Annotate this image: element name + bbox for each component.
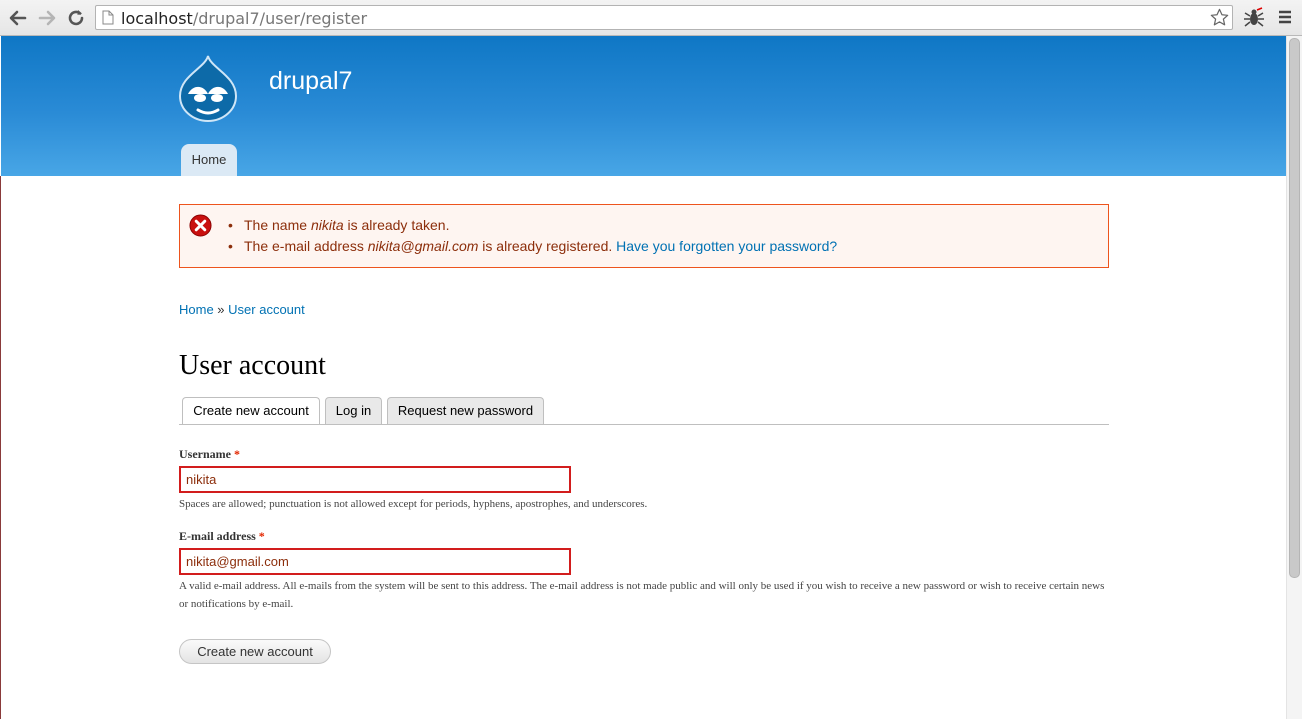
error-list: The name nikita is already taken. The e-… xyxy=(228,216,837,258)
back-icon[interactable] xyxy=(7,7,29,29)
email-label: E-mail address * xyxy=(179,529,265,543)
star-icon[interactable] xyxy=(1210,8,1229,27)
required-mark: * xyxy=(258,529,265,543)
site-name[interactable]: drupal7 xyxy=(269,67,352,96)
page-title: User account xyxy=(179,350,326,381)
tab-create-new-account[interactable]: Create new account xyxy=(182,397,320,425)
username-description: Spaces are allowed; punctuation is not a… xyxy=(179,498,648,510)
error-icon xyxy=(189,214,212,237)
address-bar[interactable]: localhost/drupal7/user/register xyxy=(95,5,1233,30)
url-text[interactable]: localhost/drupal7/user/register xyxy=(121,9,367,28)
error-item-email: The e-mail address nikita@gmail.com is a… xyxy=(228,237,837,258)
url-host: localhost xyxy=(121,9,193,28)
error-messages: The name nikita is already taken. The e-… xyxy=(179,204,1109,268)
extension-icon[interactable] xyxy=(1243,7,1265,29)
browser-toolbar: localhost/drupal7/user/register xyxy=(0,0,1302,36)
breadcrumb-home-link[interactable]: Home xyxy=(179,302,214,317)
scrollbar-thumb[interactable] xyxy=(1289,38,1300,578)
username-label: Username * xyxy=(179,447,240,461)
reload-icon[interactable] xyxy=(65,7,87,29)
page-viewport: drupal7 Home The name nikita is already … xyxy=(0,36,1302,719)
tabs-divider xyxy=(179,424,1109,425)
menu-icon[interactable] xyxy=(1277,9,1293,25)
breadcrumb: Home » User account xyxy=(179,302,305,317)
breadcrumb-user-account-link[interactable]: User account xyxy=(228,302,305,317)
tab-log-in[interactable]: Log in xyxy=(325,397,382,424)
drupal-logo-icon[interactable] xyxy=(178,54,238,122)
forgot-password-link[interactable]: Have you forgotten your password? xyxy=(616,238,837,254)
forward-icon[interactable] xyxy=(36,7,58,29)
page-icon xyxy=(102,10,114,25)
page-edge xyxy=(0,176,1,719)
site-header: drupal7 Home xyxy=(1,36,1286,176)
username-input[interactable] xyxy=(179,466,571,493)
tab-request-new-password[interactable]: Request new password xyxy=(387,397,544,424)
nav-home-tab[interactable]: Home xyxy=(181,144,237,176)
email-input[interactable] xyxy=(179,548,571,575)
error-item-name: The name nikita is already taken. xyxy=(228,216,837,237)
url-path: /drupal7/user/register xyxy=(192,9,368,28)
required-mark: * xyxy=(233,447,240,461)
create-new-account-button[interactable]: Create new account xyxy=(179,639,331,664)
breadcrumb-separator: » xyxy=(213,302,229,317)
vertical-scrollbar[interactable] xyxy=(1286,36,1302,719)
email-description: A valid e-mail address. All e-mails from… xyxy=(179,580,1105,610)
